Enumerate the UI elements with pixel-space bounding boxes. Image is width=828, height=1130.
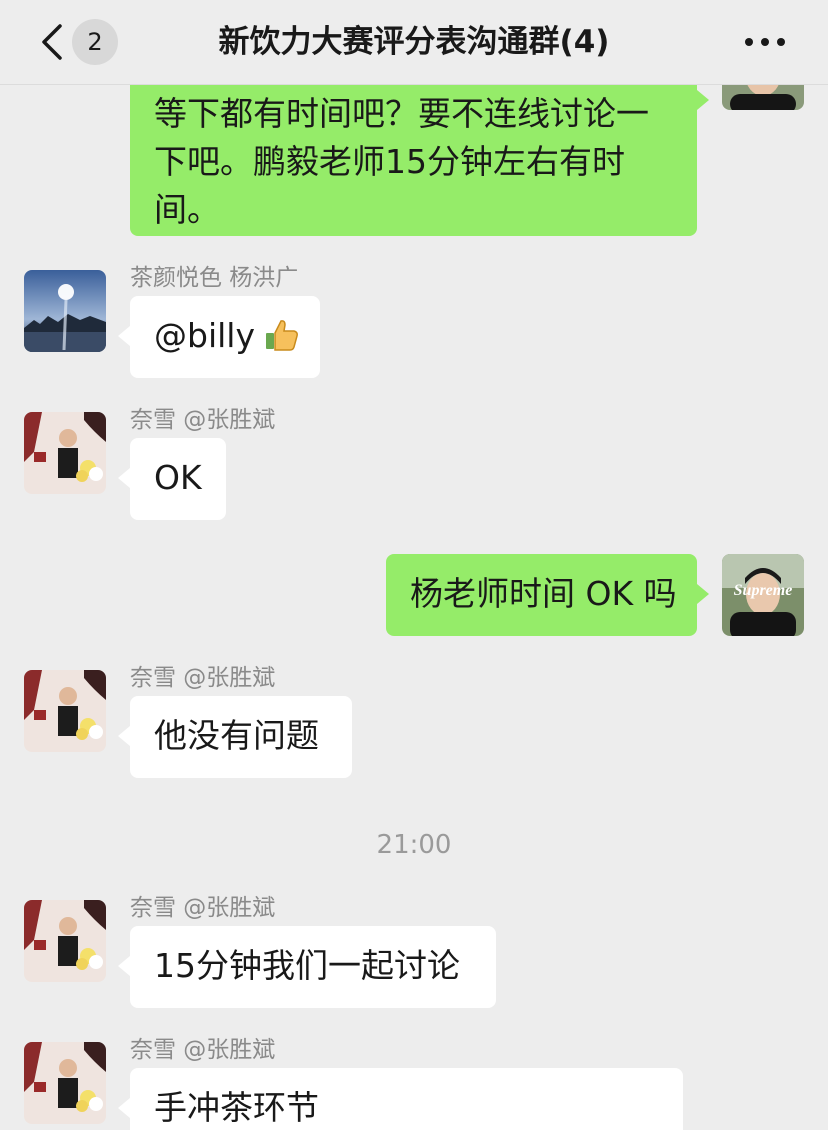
avatar-shirt-label: Supreme xyxy=(733,582,793,599)
sender-avatar[interactable] xyxy=(24,1042,106,1124)
message-text: OK xyxy=(154,458,202,497)
message-text-line: 间。 xyxy=(154,190,220,229)
sender-name: 奈雪 @张胜斌 xyxy=(130,1037,276,1063)
sender-avatar[interactable] xyxy=(24,412,106,494)
message-text: 杨老师时间 OK 吗 xyxy=(410,574,677,613)
message-text-line: 下吧。鹏毅老师15分钟左右有时 xyxy=(154,142,625,181)
sender-name: 奈雪 @张胜斌 xyxy=(130,895,276,921)
message-bubble-incoming[interactable]: 他没有问题 xyxy=(118,696,352,778)
message-text: 手冲茶环节 xyxy=(154,1088,319,1127)
sender-name: 茶颜悦色 杨洪广 xyxy=(130,265,299,291)
message-bubble-incoming[interactable]: 手冲茶环节 xyxy=(118,1068,683,1130)
thumbs-up-icon xyxy=(263,317,299,364)
sender-avatar[interactable] xyxy=(24,670,106,752)
sender-name: 奈雪 @张胜斌 xyxy=(130,665,276,691)
sender-avatar[interactable] xyxy=(24,270,106,352)
message-text: 他没有问题 xyxy=(154,716,319,755)
message-text: 15分钟我们一起讨论 xyxy=(154,946,460,985)
sender-avatar[interactable] xyxy=(24,900,106,982)
message-bubble-outgoing[interactable]: 杨老师时间 OK 吗 xyxy=(386,554,709,636)
message-bubble-incoming[interactable]: @billy xyxy=(118,296,320,378)
ellipsis-icon[interactable] xyxy=(742,30,788,54)
unread-count-badge[interactable]: 2 xyxy=(72,19,118,65)
chat-header: 2 新饮力大赛评分表沟通群(4) xyxy=(0,0,828,85)
timestamp: 21:00 xyxy=(376,830,452,860)
chevron-left-icon[interactable] xyxy=(36,20,68,64)
message-bubble-incoming[interactable]: OK xyxy=(118,438,226,520)
message-bubble-incoming[interactable]: 15分钟我们一起讨论 xyxy=(118,926,496,1008)
my-avatar[interactable]: Supreme xyxy=(722,554,804,636)
chat-title: 新饮力大赛评分表沟通群(4) xyxy=(218,24,610,60)
message-text: @billy xyxy=(154,316,255,355)
message-text-line: 等下都有时间吧？要不连线讨论一 xyxy=(154,94,649,133)
message-bubble-outgoing[interactable]: 等下都有时间吧？要不连线讨论一 下吧。鹏毅老师15分钟左右有时 间。 xyxy=(130,60,709,236)
sender-name: 奈雪 @张胜斌 xyxy=(130,407,276,433)
